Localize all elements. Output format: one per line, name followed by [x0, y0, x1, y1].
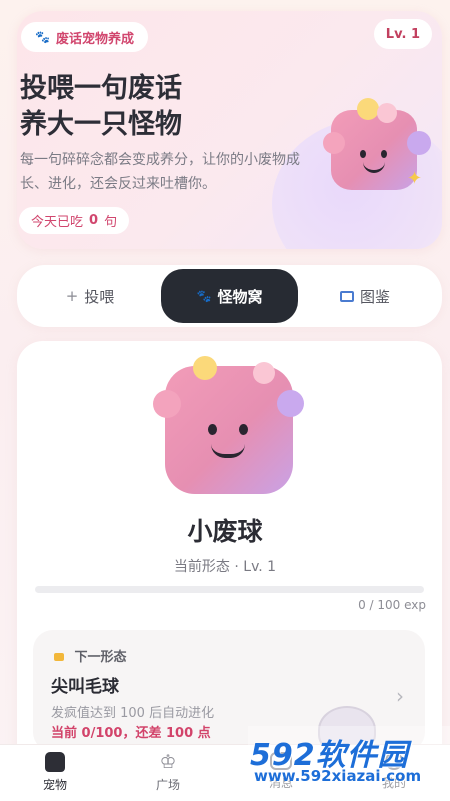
monster-puff-purple	[407, 131, 431, 155]
next-form-name: 尖叫毛球	[51, 677, 119, 697]
app-tag-label: 废话宠物养成	[55, 31, 134, 47]
nav-plaza-label: 广场	[155, 778, 180, 792]
monster-puff-pink	[253, 362, 275, 384]
exp-text: 0 / 100 exp	[358, 598, 426, 612]
monster-puff-yellow	[193, 356, 217, 380]
monster-puff-yellow	[357, 98, 379, 120]
lock-icon	[54, 653, 64, 661]
monster-avatar[interactable]	[153, 356, 305, 498]
hero-description: 每一句碎碎念都会变成养分，让你的小废物成长、进化，还会反过来吐槽你。	[20, 152, 300, 192]
today-count: 0	[89, 213, 99, 228]
crown-icon: ♔	[159, 751, 177, 773]
monster-puff-left	[323, 132, 345, 154]
monster-puff-purple	[277, 390, 304, 417]
app-tag-badge: 🐾 废话宠物养成	[21, 22, 148, 52]
monster-eye-right	[381, 150, 387, 158]
tab-feed[interactable]: + 投喂	[35, 265, 145, 327]
tab-collection[interactable]: 图鉴	[310, 265, 420, 327]
monster-body	[165, 366, 293, 494]
paw-icon: 🐾	[35, 30, 50, 44]
next-form-header: 下一形态	[54, 646, 127, 665]
chevron-right-icon[interactable]: ›	[396, 684, 404, 708]
today-prefix: 今天已吃	[31, 215, 84, 230]
monster-eye-left	[360, 150, 366, 158]
tab-monster-den[interactable]: 🐾 怪物窝	[161, 269, 298, 323]
book-icon	[339, 290, 354, 302]
hero-monster-avatar: ✦	[323, 98, 433, 208]
tab-feed-label: 投喂	[84, 287, 115, 306]
nav-pet-label: 宠物	[42, 778, 67, 792]
monster-body	[331, 110, 417, 190]
plus-icon: +	[65, 287, 79, 305]
monster-puff-pink	[377, 103, 397, 123]
monster-eye-right	[239, 424, 248, 435]
monster-form-level: 当前形态 · Lv. 1	[173, 559, 277, 575]
tab-monster-den-label: 怪物窝	[217, 287, 263, 306]
paw-icon: 🐾	[196, 289, 212, 303]
monster-puff-left	[153, 390, 181, 418]
today-suffix: 句	[104, 215, 118, 230]
tab-collection-label: 图鉴	[359, 287, 390, 306]
next-form-label: 下一形态	[74, 650, 127, 665]
next-form-condition: 发疯值达到 100 后自动进化	[51, 706, 215, 721]
monster-name: 小废球	[187, 517, 263, 546]
level-label: Lv. 1	[385, 26, 420, 42]
nav-plaza[interactable]: ♔ 广场	[128, 752, 208, 793]
level-badge: Lv. 1	[373, 19, 432, 49]
hero-title-line2: 养大一只怪物	[20, 109, 182, 140]
hero-title: 投喂一句废话 养大一只怪物	[20, 71, 182, 143]
sparkle-icon: ✦	[407, 168, 423, 189]
nav-pet[interactable]: 宠物	[15, 752, 95, 793]
home-icon	[45, 752, 65, 772]
exp-progress-bar	[35, 586, 424, 593]
next-form-progress: 当前 0/100，还差 100 点	[51, 726, 211, 741]
hero-title-line1: 投喂一句废话	[20, 73, 182, 104]
watermark-url: www.592xiazai.com	[254, 767, 422, 785]
today-count-badge: 今天已吃 0 句	[19, 207, 130, 234]
monster-eye-left	[208, 424, 217, 435]
